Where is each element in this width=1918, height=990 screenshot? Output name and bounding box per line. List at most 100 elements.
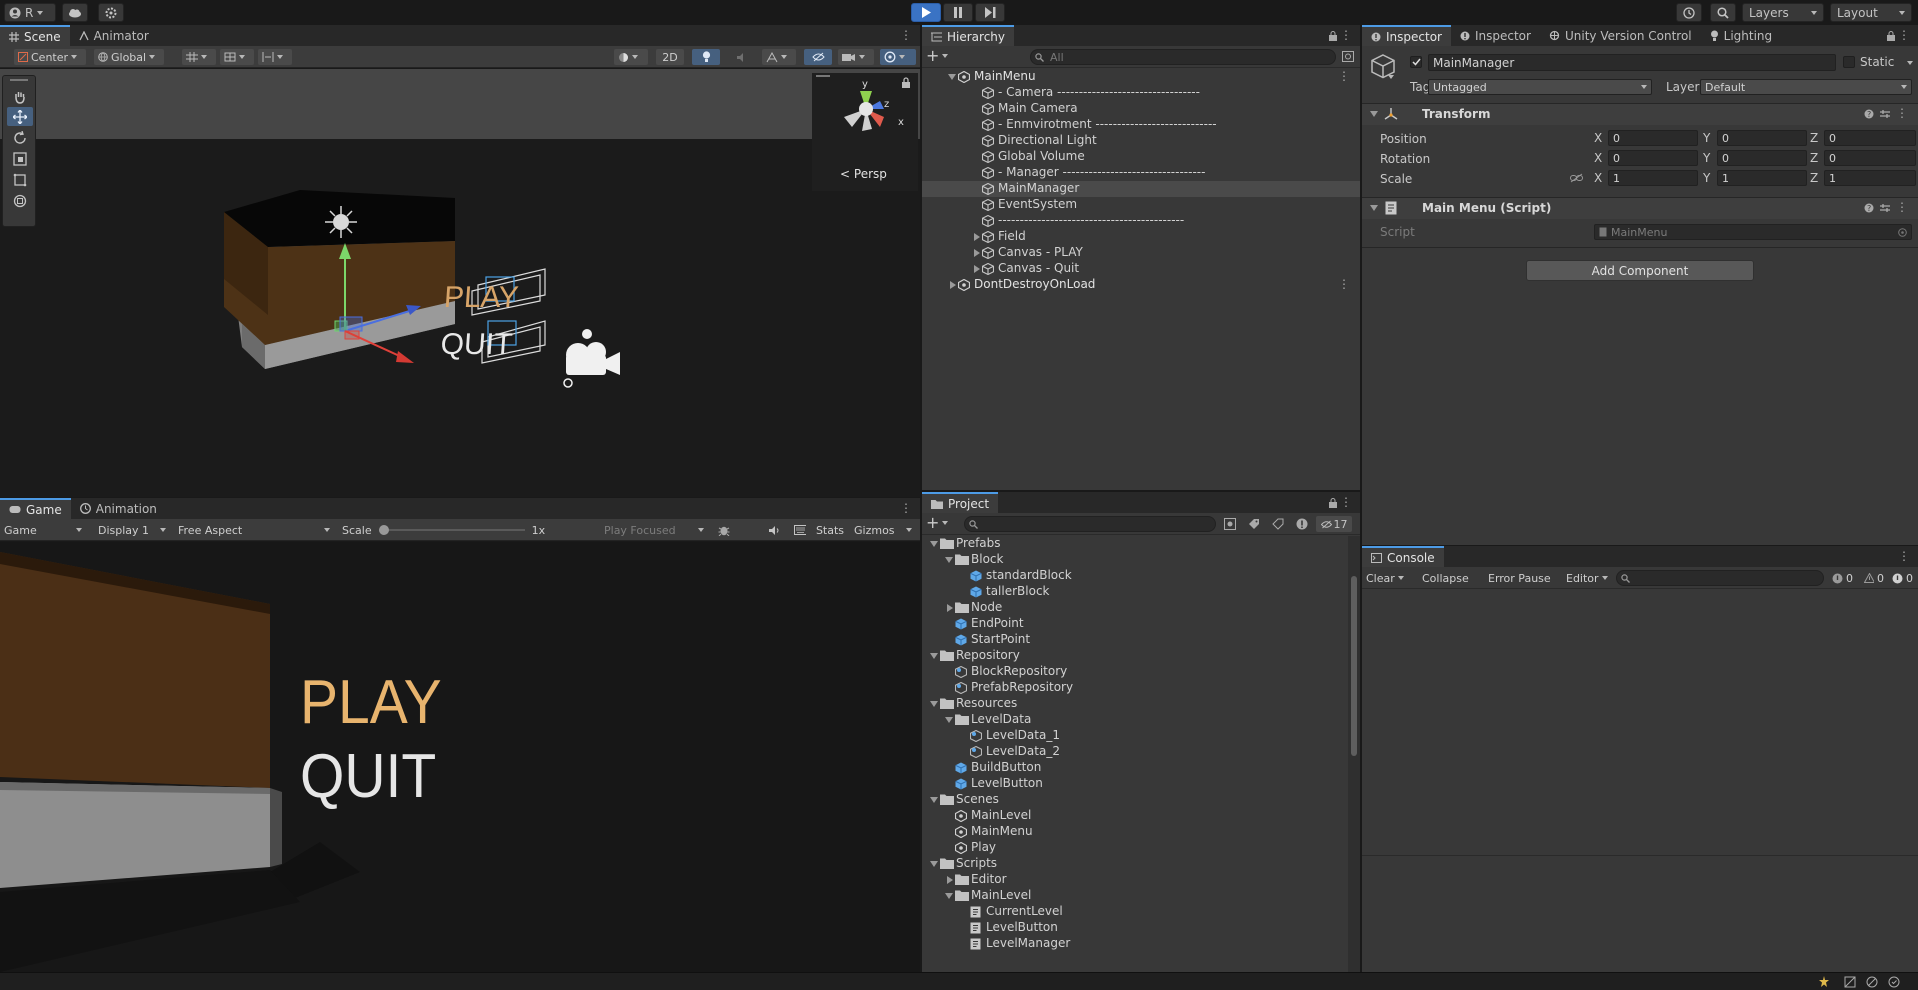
project-item-block[interactable]: Block — [922, 552, 1346, 568]
game-gizmos-dropdown[interactable]: Gizmos — [850, 522, 916, 538]
hidden-packages-toggle[interactable]: 17 — [1316, 516, 1352, 532]
project-item-blockrepository[interactable]: BlockRepository — [922, 664, 1346, 680]
snap-increment-dropdown[interactable] — [220, 49, 254, 65]
services-button[interactable] — [98, 3, 124, 22]
expand-arrow-icon[interactable] — [945, 893, 953, 899]
position-y-axis-label[interactable]: Y — [1703, 131, 1710, 145]
project-item-leveldata-1[interactable]: LevelData_1 — [922, 728, 1346, 744]
project-item-scripts[interactable]: Scripts — [922, 856, 1346, 872]
expand-arrow-icon[interactable] — [948, 74, 956, 80]
collapse-arrow-icon[interactable] — [974, 265, 980, 273]
hierarchy-item-mainmenu[interactable]: MainMenu ⋮ — [922, 69, 1360, 85]
more-menu-icon[interactable]: ⋮ — [1340, 28, 1352, 42]
error-filter-toggle[interactable]: 0 — [1888, 570, 1918, 586]
hierarchy-item-eventsystem[interactable]: EventSystem — [922, 197, 1360, 213]
collapse-arrow-icon[interactable] — [947, 876, 953, 884]
project-search-input[interactable] — [964, 516, 1216, 532]
tag-dropdown[interactable]: Untagged — [1428, 79, 1652, 95]
lock-icon[interactable] — [1886, 31, 1896, 41]
expand-arrow-icon[interactable] — [930, 541, 938, 547]
static-checkbox[interactable] — [1843, 56, 1855, 68]
tab-inspector-2[interactable]: Inspector — [1451, 25, 1540, 46]
more-menu-icon[interactable]: ⋮ — [1340, 495, 1352, 509]
hierarchy-item-mainmanager[interactable]: MainManager — [922, 181, 1360, 197]
clear-dropdown[interactable]: Clear — [1362, 570, 1408, 586]
display-dropdown[interactable]: Display 1 — [94, 522, 170, 538]
project-item-node[interactable]: Node — [922, 600, 1346, 616]
grid-snap-dropdown[interactable] — [182, 49, 216, 65]
project-item-prefabs[interactable]: Prefabs — [922, 536, 1346, 552]
hierarchy-item-dontdestroyonload[interactable]: DontDestroyOnLoad ⋮ — [922, 277, 1360, 293]
stats-button[interactable]: Stats — [812, 522, 848, 538]
project-item-prefabrepository[interactable]: PrefabRepository — [922, 680, 1346, 696]
effects-dropdown[interactable] — [762, 49, 796, 65]
layer-dropdown[interactable]: Default — [1700, 79, 1912, 95]
project-item-leveldata[interactable]: LevelData — [922, 712, 1346, 728]
scene-visibility-icon[interactable] — [1342, 51, 1354, 62]
pivot-dropdown[interactable]: Center — [14, 49, 86, 65]
more-menu-icon[interactable]: ⋮ — [1896, 106, 1908, 120]
object-name-input[interactable]: MainManager — [1428, 54, 1836, 71]
orientation-gizmo[interactable]: y z x < Persp — [812, 73, 918, 191]
position-x-axis-label[interactable]: X — [1594, 131, 1602, 145]
collapse-toggle[interactable]: Collapse — [1418, 570, 1480, 586]
layers-dropdown[interactable]: Layers — [1742, 3, 1824, 22]
expand-arrow-icon[interactable] — [930, 653, 938, 659]
tab-scene[interactable]: Scene — [0, 25, 70, 46]
project-item-levelmanager[interactable]: LevelManager — [922, 936, 1346, 952]
script-component-header[interactable]: Main Menu (Script) ? ⋮ — [1362, 198, 1918, 219]
more-menu-icon[interactable]: ⋮ — [1338, 69, 1350, 83]
scale-z-input[interactable]: 1 — [1824, 170, 1916, 186]
tab-project[interactable]: Project — [922, 492, 999, 513]
projection-toggle[interactable]: < Persp — [840, 167, 887, 181]
more-menu-icon[interactable]: ⋮ — [1898, 28, 1910, 42]
project-item-tallerblock[interactable]: tallerBlock — [922, 584, 1346, 600]
project-item-resources[interactable]: Resources — [922, 696, 1346, 712]
search-by-label-icon[interactable] — [1248, 518, 1260, 530]
align-dropdown[interactable] — [258, 49, 292, 65]
expand-arrow-icon[interactable] — [945, 557, 953, 563]
create-dropdown[interactable]: + — [926, 48, 949, 64]
game-view-dropdown[interactable]: Game — [0, 522, 86, 538]
rotation-y-input[interactable]: 0 — [1717, 150, 1807, 166]
project-item-buildbutton[interactable]: BuildButton — [922, 760, 1346, 776]
scale-slider-thumb[interactable] — [378, 525, 389, 535]
shading-mode-dropdown[interactable] — [614, 49, 648, 65]
collapse-arrow-icon[interactable] — [974, 249, 980, 257]
hierarchy-item-canvas-play[interactable]: Canvas - PLAY — [922, 245, 1360, 261]
rotation-z-axis-label[interactable]: Z — [1810, 151, 1818, 165]
expand-arrow-icon[interactable] — [945, 717, 953, 723]
project-item-levelbutton[interactable]: LevelButton — [922, 776, 1346, 792]
project-item-mainlevel[interactable]: MainLevel — [922, 888, 1346, 904]
tab-inspector-1[interactable]: Inspector — [1362, 25, 1451, 46]
warning-filter-toggle[interactable]: 0 — [1860, 570, 1888, 586]
position-z-axis-label[interactable]: Z — [1810, 131, 1818, 145]
scale-y-input[interactable]: 1 — [1717, 170, 1807, 186]
project-item-mainlevel[interactable]: MainLevel — [922, 808, 1346, 824]
collapse-arrow-icon[interactable] — [947, 604, 953, 612]
tab-game[interactable]: Game — [0, 498, 71, 519]
hierarchy-item-camera[interactable]: - Camera -------------------------------… — [922, 85, 1360, 101]
tab-lighting[interactable]: Lighting — [1701, 25, 1782, 46]
hierarchy-item-separator[interactable]: ----------------------------------------… — [922, 213, 1360, 229]
active-checkbox[interactable] — [1410, 56, 1422, 68]
lock-icon[interactable] — [1328, 498, 1338, 508]
audio-toggle[interactable] — [728, 49, 756, 65]
hierarchy-item-enmvirotment[interactable]: - Enmvirotment -------------------------… — [922, 117, 1360, 133]
transform-header[interactable]: Transform ? ⋮ — [1362, 104, 1918, 125]
toggle-2d-button[interactable]: 2D — [656, 49, 684, 65]
rotation-z-input[interactable]: 0 — [1824, 150, 1916, 166]
console-detail-divider[interactable] — [1362, 855, 1918, 856]
position-z-input[interactable]: 0 — [1824, 130, 1916, 146]
more-menu-icon[interactable]: ⋮ — [1338, 277, 1350, 291]
lighting-toggle[interactable] — [692, 49, 720, 65]
link-icon[interactable] — [1570, 173, 1583, 183]
pause-button[interactable] — [943, 3, 973, 22]
project-item-leveldata-2[interactable]: LevelData_2 — [922, 744, 1346, 760]
hierarchy-item-manager[interactable]: - Manager ------------------------------… — [922, 165, 1360, 181]
help-icon[interactable]: ? — [1864, 109, 1874, 119]
collapse-arrow-icon[interactable] — [974, 233, 980, 241]
scale-slider[interactable]: Scale 1x — [338, 522, 554, 538]
rotation-x-input[interactable]: 0 — [1608, 150, 1698, 166]
project-item-startpoint[interactable]: StartPoint — [922, 632, 1346, 648]
